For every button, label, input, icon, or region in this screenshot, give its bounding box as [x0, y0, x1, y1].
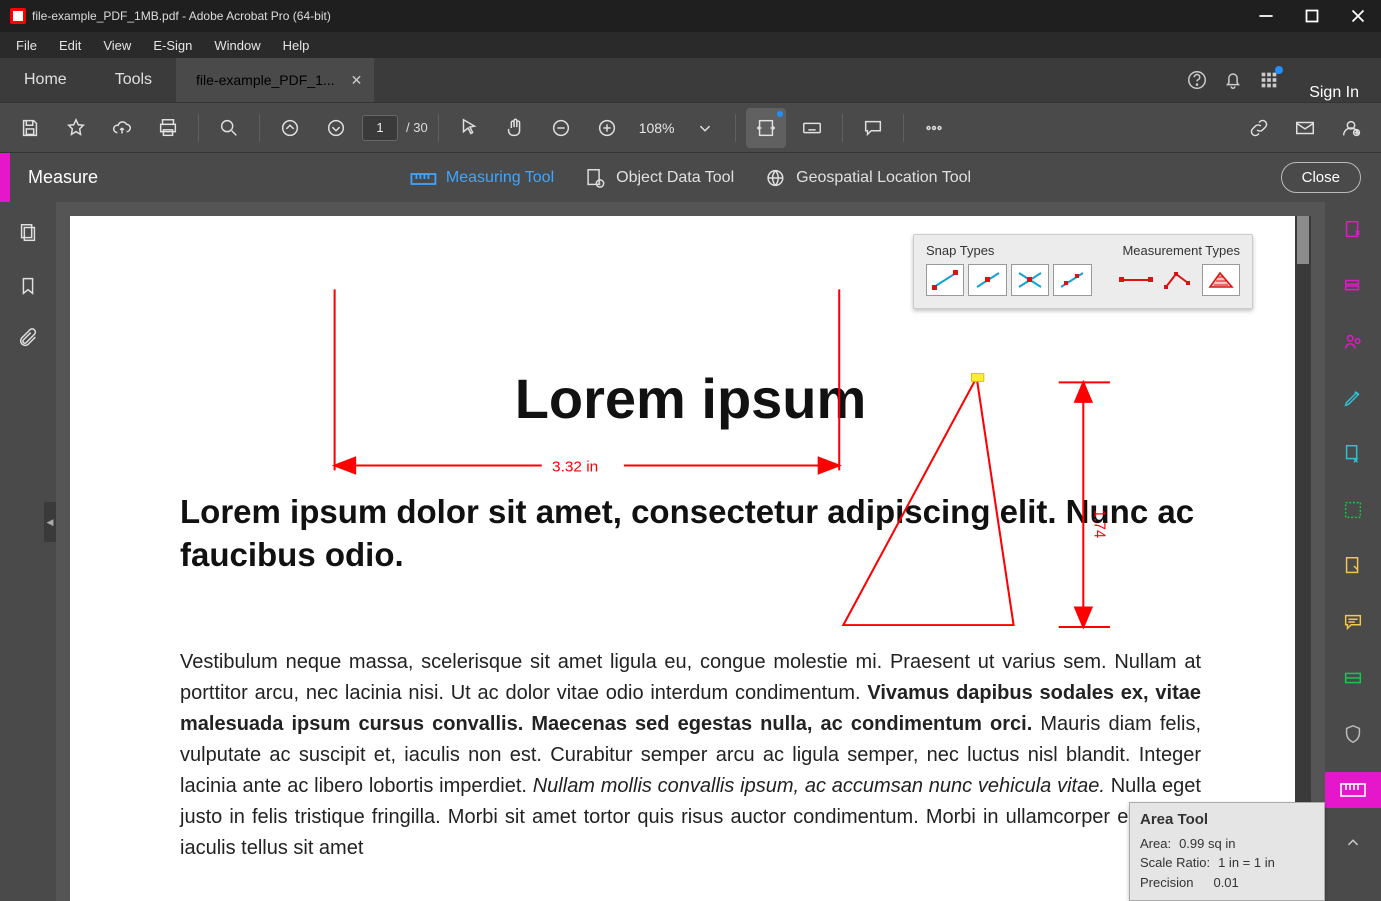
tab-tools[interactable]: Tools: [91, 58, 176, 102]
organize-pages-icon[interactable]: [1333, 492, 1373, 528]
print-icon[interactable]: [148, 108, 188, 148]
comment-icon[interactable]: [853, 108, 893, 148]
scrollbar-thumb[interactable]: [1297, 216, 1309, 264]
cloud-upload-icon[interactable]: [102, 108, 142, 148]
object-data-tool-label: Object Data Tool: [616, 169, 734, 187]
measure-title: Measure: [28, 167, 98, 188]
star-icon[interactable]: [56, 108, 96, 148]
scan-ocr-icon[interactable]: [1333, 660, 1373, 696]
measure-tool-icon[interactable]: [1325, 772, 1381, 808]
document-tab-label: file-example_PDF_1...: [196, 72, 335, 88]
menu-help[interactable]: Help: [273, 35, 320, 56]
window-maximize-button[interactable]: [1289, 0, 1335, 32]
app-icon: [10, 8, 26, 24]
measure-distance-button[interactable]: [1117, 264, 1155, 296]
document-tab[interactable]: file-example_PDF_1... ✕: [176, 58, 374, 102]
document-page: Lorem ipsum Lorem ipsum dolor sit amet, …: [70, 216, 1311, 901]
create-pdf-icon[interactable]: [1333, 212, 1373, 248]
request-signatures-icon[interactable]: [1333, 548, 1373, 584]
tab-strip: Home Tools file-example_PDF_1... ✕ Sign …: [0, 58, 1381, 102]
snap-endpoint-button[interactable]: [926, 264, 964, 296]
zoom-in-icon[interactable]: [587, 108, 627, 148]
thumbnails-icon[interactable]: [17, 222, 39, 249]
body-area: ◀ Lorem ipsum Lorem ipsum dolor sit amet…: [0, 202, 1381, 901]
measuring-tool-button[interactable]: Measuring Tool: [410, 169, 554, 187]
page-total-label: / 30: [406, 120, 428, 135]
measurement-types-label: Measurement Types: [1122, 243, 1240, 258]
export-pdf-icon[interactable]: [1333, 436, 1373, 472]
apps-icon[interactable]: [1251, 58, 1287, 102]
main-toolbar: / 30 108%: [0, 102, 1381, 152]
menu-edit[interactable]: Edit: [49, 35, 91, 56]
snap-types-label: Snap Types: [926, 243, 1122, 258]
zoom-out-icon[interactable]: [541, 108, 581, 148]
document-viewport[interactable]: Lorem ipsum Lorem ipsum dolor sit amet, …: [56, 202, 1325, 901]
hand-tool-icon[interactable]: [495, 108, 535, 148]
help-icon[interactable]: [1179, 58, 1215, 102]
combine-files-icon[interactable]: [1333, 268, 1373, 304]
more-icon[interactable]: [914, 108, 954, 148]
menu-window[interactable]: Window: [204, 35, 270, 56]
area-tool-tooltip: Area Tool Area:0.99 sq in Scale Ratio:1 …: [1129, 802, 1325, 901]
tab-home[interactable]: Home: [0, 58, 91, 102]
close-tab-icon[interactable]: ✕: [351, 72, 363, 89]
save-icon[interactable]: [10, 108, 50, 148]
comment-tool-icon[interactable]: [1333, 604, 1373, 640]
protect-icon[interactable]: [1333, 716, 1373, 752]
bookmarks-icon[interactable]: [17, 275, 39, 302]
doc-paragraph: Vestibulum neque massa, scelerisque sit …: [180, 647, 1201, 864]
zoom-value[interactable]: 108%: [639, 120, 675, 136]
area-tooltip-title: Area Tool: [1140, 811, 1314, 828]
email-icon[interactable]: [1285, 108, 1325, 148]
notifications-icon[interactable]: [1215, 58, 1251, 102]
menu-esign[interactable]: E-Sign: [143, 35, 202, 56]
account-icon[interactable]: [1331, 108, 1371, 148]
left-rail-collapse-button[interactable]: ◀: [44, 502, 56, 542]
select-tool-icon[interactable]: [449, 108, 489, 148]
measuring-tool-label: Measuring Tool: [446, 169, 554, 187]
title-bar: file-example_PDF_1MB.pdf - Adobe Acrobat…: [0, 0, 1381, 32]
window-minimize-button[interactable]: [1243, 0, 1289, 32]
measure-perimeter-button[interactable]: [1159, 264, 1197, 296]
window-title: file-example_PDF_1MB.pdf - Adobe Acrobat…: [32, 9, 331, 23]
search-icon[interactable]: [209, 108, 249, 148]
geospatial-tool-button[interactable]: Geospatial Location Tool: [764, 167, 971, 189]
sign-in-button[interactable]: Sign In: [1287, 84, 1381, 102]
page-up-icon[interactable]: [270, 108, 310, 148]
snap-path-button[interactable]: [1053, 264, 1091, 296]
page-down-icon[interactable]: [316, 108, 356, 148]
share-review-icon[interactable]: [1333, 324, 1373, 360]
geospatial-tool-label: Geospatial Location Tool: [796, 169, 971, 187]
object-data-tool-button[interactable]: i Object Data Tool: [584, 167, 734, 189]
share-link-icon[interactable]: [1239, 108, 1279, 148]
vertical-scrollbar[interactable]: [1295, 216, 1311, 901]
keyboard-icon[interactable]: [792, 108, 832, 148]
doc-heading-1: Lorem ipsum: [180, 366, 1201, 431]
snap-intersection-button[interactable]: [1011, 264, 1049, 296]
left-nav-rail: ◀: [0, 202, 56, 901]
menu-file[interactable]: File: [6, 35, 47, 56]
zoom-dropdown-icon[interactable]: [685, 108, 725, 148]
svg-text:i: i: [599, 181, 600, 187]
measure-toolbar: Measure Measuring Tool i Object Data Too…: [0, 152, 1381, 202]
right-rail-expand-icon[interactable]: [1342, 832, 1364, 859]
measure-accent-stripe: [0, 153, 10, 202]
menu-bar: File Edit View E-Sign Window Help: [0, 32, 1381, 58]
measure-area-button[interactable]: [1202, 264, 1240, 296]
measure-close-button[interactable]: Close: [1281, 162, 1361, 193]
right-tool-rail: [1325, 202, 1381, 901]
window-close-button[interactable]: [1335, 0, 1381, 32]
menu-view[interactable]: View: [93, 35, 141, 56]
doc-heading-2: Lorem ipsum dolor sit amet, consectetur …: [180, 491, 1201, 577]
attachments-icon[interactable]: [17, 328, 39, 355]
snap-types-panel[interactable]: Snap Types Measurement Types: [913, 234, 1253, 309]
edit-pdf-icon[interactable]: [1333, 380, 1373, 416]
apps-notification-dot: [1275, 66, 1283, 74]
fit-width-icon[interactable]: [746, 108, 786, 148]
page-number-input[interactable]: [362, 115, 398, 141]
snap-midpoint-button[interactable]: [968, 264, 1006, 296]
